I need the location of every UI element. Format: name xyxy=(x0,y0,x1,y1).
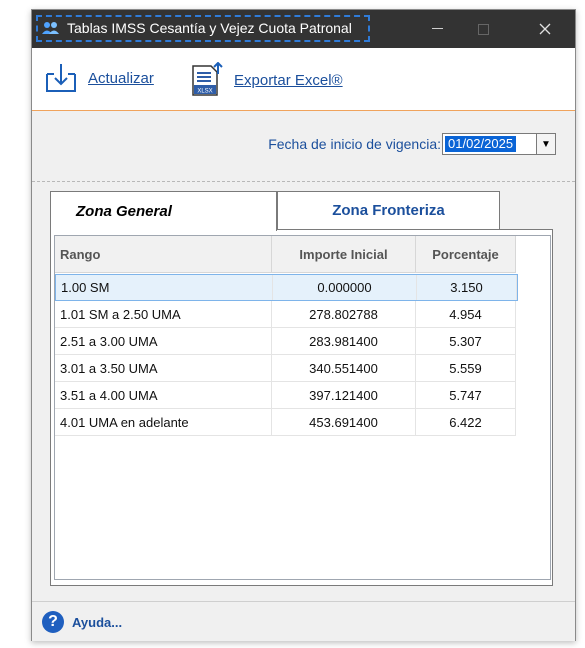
table-row[interactable]: 3.51 a 4.00 UMA 397.121400 5.747 xyxy=(55,382,516,409)
title-bar[interactable]: Tablas IMSS Cesantía y Vejez Cuota Patro… xyxy=(32,10,575,48)
window-title: Tablas IMSS Cesantía y Vejez Cuota Patro… xyxy=(67,20,352,36)
cell-porcentaje: 6.422 xyxy=(416,409,516,435)
cell-porcentaje: 5.559 xyxy=(416,355,516,381)
tab-zona-general[interactable]: Zona General xyxy=(50,191,277,231)
tab-zona-fronteriza[interactable]: Zona Fronteriza xyxy=(277,191,500,229)
excel-file-icon: XLSX xyxy=(192,62,223,96)
export-label: Exportar Excel® xyxy=(234,71,343,89)
close-icon xyxy=(539,23,551,35)
help-label: Ayuda... xyxy=(72,614,123,630)
column-header-importe[interactable]: Importe Inicial xyxy=(272,236,416,272)
table-row[interactable]: 1.00 SM 0.000000 3.150 xyxy=(55,274,518,301)
date-filter-label: Fecha de inicio de vigencia: xyxy=(268,136,441,152)
tab-panel: Rango Importe Inicial Porcentaje 1.00 SM… xyxy=(50,229,553,586)
cell-rango: 2.51 a 3.00 UMA xyxy=(55,328,272,354)
date-select[interactable]: 01/02/2025 ▼ xyxy=(442,133,556,155)
maximize-button[interactable] xyxy=(460,10,506,48)
close-button[interactable] xyxy=(522,10,568,48)
column-header-rango[interactable]: Rango xyxy=(55,236,272,272)
cell-porcentaje: 4.954 xyxy=(416,301,516,327)
download-tray-icon xyxy=(46,64,76,92)
cell-rango: 4.01 UMA en adelante xyxy=(55,409,272,435)
toolbar: Actualizar XLSX Exportar Excel® xyxy=(32,48,575,111)
tab-control: Zona General Zona Fronteriza Rango Impor… xyxy=(45,191,561,589)
table-row[interactable]: 1.01 SM a 2.50 UMA 278.802788 4.954 xyxy=(55,301,516,328)
help-icon: ? xyxy=(42,611,64,633)
cell-importe: 397.121400 xyxy=(272,382,416,408)
table-row[interactable]: 3.01 a 3.50 UMA 340.551400 5.559 xyxy=(55,355,516,382)
refresh-button[interactable]: Actualizar xyxy=(44,62,154,94)
cell-rango: 3.51 a 4.00 UMA xyxy=(55,382,272,408)
maximize-icon xyxy=(477,23,489,35)
cell-porcentaje: 5.747 xyxy=(416,382,516,408)
users-icon xyxy=(42,22,59,34)
app-window: Tablas IMSS Cesantía y Vejez Cuota Patro… xyxy=(31,9,576,641)
status-bar: ? Ayuda... xyxy=(32,601,575,641)
export-icon-text: XLSX xyxy=(197,89,212,95)
column-header-porcentaje[interactable]: Porcentaje xyxy=(416,236,516,272)
minimize-icon xyxy=(431,28,443,29)
tab-zona-fronteriza-label: Zona Fronteriza xyxy=(332,202,445,219)
cell-importe: 340.551400 xyxy=(272,355,416,381)
filter-row: Fecha de inicio de vigencia: 01/02/2025 … xyxy=(32,111,575,182)
grid-header: Rango Importe Inicial Porcentaje xyxy=(55,236,516,273)
table-row[interactable]: 2.51 a 3.00 UMA 283.981400 5.307 xyxy=(55,328,516,355)
cell-importe: 278.802788 xyxy=(272,301,416,327)
cell-porcentaje: 3.150 xyxy=(417,275,517,300)
help-button[interactable]: ? Ayuda... xyxy=(42,611,122,633)
table-row[interactable]: 4.01 UMA en adelante 453.691400 6.422 xyxy=(55,409,516,436)
cell-rango: 1.01 SM a 2.50 UMA xyxy=(55,301,272,327)
chevron-down-icon[interactable]: ▼ xyxy=(536,134,555,154)
minimize-button[interactable] xyxy=(414,10,460,48)
cell-importe: 453.691400 xyxy=(272,409,416,435)
cell-porcentaje: 5.307 xyxy=(416,328,516,354)
cell-rango: 3.01 a 3.50 UMA xyxy=(55,355,272,381)
data-grid: Rango Importe Inicial Porcentaje 1.00 SM… xyxy=(54,235,551,580)
cell-importe: 283.981400 xyxy=(272,328,416,354)
cell-importe: 0.000000 xyxy=(273,275,417,300)
tab-zona-general-label: Zona General xyxy=(76,203,172,220)
cell-rango: 1.00 SM xyxy=(56,275,273,300)
date-value: 01/02/2025 xyxy=(445,136,517,152)
export-excel-button[interactable]: XLSX Exportar Excel® xyxy=(190,62,343,98)
refresh-label: Actualizar xyxy=(88,69,154,87)
